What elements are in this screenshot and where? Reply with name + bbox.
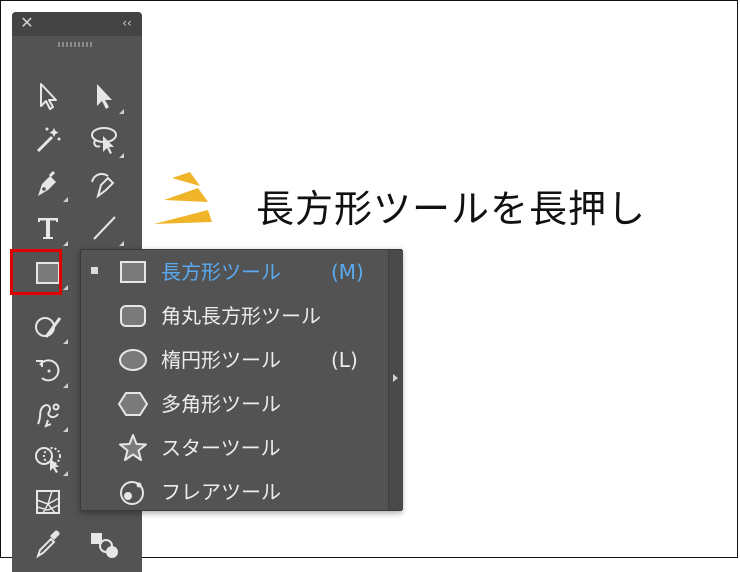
selected-tool-highlight [10,249,62,295]
emphasis-burst-icon [154,172,212,224]
rectangle-icon [120,261,146,283]
submenu-corner-icon [63,197,68,202]
eyedropper-tool[interactable] [26,524,70,564]
rectangle-tool-flyout: 長方形ツール (M) 角丸長方形ツール 楕円形ツール (L) 多角形ツール スタ… [80,249,403,514]
warp-icon [37,403,60,428]
flyout-tearoff-strip[interactable] [388,250,403,510]
flyout-item-label: 角丸長方形ツール [161,304,321,328]
submenu-corner-icon [63,471,68,476]
curvature-pen-icon [91,173,115,199]
flyout-item-label: 長方形ツール [161,260,281,284]
submenu-corner-icon [119,153,124,158]
submenu-corner-icon [63,383,68,388]
submenu-corner-icon [63,339,68,344]
rotate-tool[interactable] [26,350,70,390]
instruction-caption: 長方形ツールを長押し [256,187,647,231]
magic-wand-tool[interactable] [26,120,70,160]
magic-wand-icon [36,127,61,153]
shaper-icon [35,317,62,338]
lasso-tool[interactable] [82,120,126,160]
flyout-item-flare[interactable]: フレアツール [81,470,387,514]
panel-title-bar: ✕ ‹‹ [12,12,142,36]
warp-tool[interactable] [26,394,70,434]
flyout-item-polygon[interactable]: 多角形ツール [81,382,387,426]
line-segment-tool[interactable] [82,208,126,248]
collapse-panel-button[interactable]: ‹‹ [118,14,136,32]
type-tool[interactable] [26,208,70,248]
eyedropper-icon [36,530,60,559]
flyout-item-shortcut: (M) [331,260,364,284]
submenu-corner-icon [63,427,68,432]
perspective-grid-tool[interactable] [26,482,70,522]
pen-tool[interactable] [26,164,70,204]
submenu-corner-icon [119,109,124,114]
direct-selection-tool[interactable] [82,76,126,116]
polygon-icon [117,392,149,416]
flyout-item-label: 楕円形ツール [161,348,281,372]
ellipse-icon [119,349,147,371]
blend-tool[interactable] [82,524,126,564]
flyout-item-label: フレアツール [161,480,281,504]
perspective-grid-icon [36,490,60,514]
rotate-icon [36,359,60,382]
tearoff-arrow-icon [393,374,398,382]
flyout-item-rectangle[interactable]: 長方形ツール (M) [81,250,387,294]
panel-grip[interactable] [58,42,94,47]
submenu-corner-icon [63,241,68,246]
pen-icon [38,170,56,196]
flyout-item-ellipse[interactable]: 楕円形ツール (L) [81,338,387,382]
blend-icon [91,533,118,558]
star-icon [119,434,147,461]
selection-tool[interactable] [26,76,70,116]
selection-arrow-icon [40,83,57,110]
flyout-item-star[interactable]: スターツール [81,426,387,470]
flyout-item-label: 多角形ツール [161,392,281,416]
submenu-corner-icon [63,285,68,290]
flyout-item-shortcut: (L) [331,348,358,372]
close-icon[interactable]: ✕ [18,14,36,32]
lasso-icon [91,127,117,154]
line-icon [93,216,116,240]
shape-builder-tool[interactable] [26,438,70,478]
current-tool-bullet [91,267,98,274]
rounded-rectangle-icon [120,305,146,327]
shaper-tool[interactable] [26,306,70,346]
flyout-item-rounded-rectangle[interactable]: 角丸長方形ツール [81,294,387,338]
type-icon [38,218,58,239]
submenu-corner-icon [119,241,124,246]
flyout-item-label: スターツール [161,436,281,460]
curvature-tool[interactable] [82,164,126,204]
flare-icon [120,481,144,505]
direct-selection-arrow-icon [97,84,112,109]
shape-builder-icon [35,447,61,473]
